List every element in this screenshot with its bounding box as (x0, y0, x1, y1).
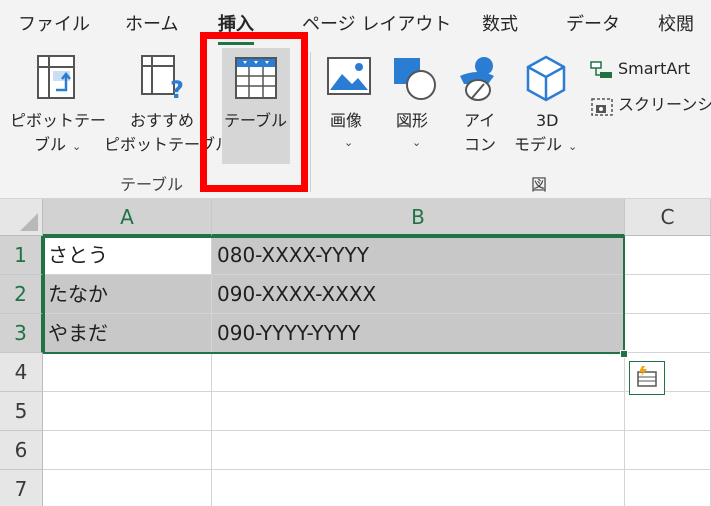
ribbon-tabs: ファイル ホーム 挿入 ページ レイアウト 数式 データ 校閲 (0, 0, 711, 45)
recommended-pivot-button[interactable]: ? おすすめ ピボットテーブル (104, 50, 231, 162)
tab-review[interactable]: 校閲 (658, 10, 694, 36)
tab-insert[interactable]: 挿入 (218, 10, 254, 45)
row-header-2[interactable]: 2 (0, 275, 43, 314)
image-button[interactable]: 画像 ⌄ (322, 50, 378, 162)
screenshot-label: スクリーンショ (618, 95, 711, 114)
screenshot-icon (591, 98, 613, 116)
shapes-label: 図形 (396, 111, 429, 130)
table-button[interactable]: テーブル (222, 48, 290, 164)
shapes-button[interactable]: 図形 ⌄ (386, 50, 446, 162)
cell-c3[interactable] (625, 314, 711, 353)
cell-a3[interactable]: やまだ (43, 314, 212, 353)
icons-button[interactable]: アイ コン (452, 50, 504, 162)
tab-page-layout[interactable]: ページ レイアウト (302, 10, 451, 36)
cell-a6[interactable] (43, 431, 212, 470)
column-header-c[interactable]: C (625, 199, 711, 236)
smartart-icon (590, 61, 612, 78)
cell-a7[interactable] (43, 470, 212, 506)
table-icon (235, 57, 277, 99)
cell-b1[interactable]: 080-XXXX-YYYY (212, 236, 625, 275)
tab-data[interactable]: データ (566, 10, 620, 36)
svg-text:?: ? (170, 76, 184, 102)
cell-c2[interactable] (625, 275, 711, 314)
row-header-4[interactable]: 4 (0, 353, 43, 392)
select-all-button[interactable] (0, 199, 43, 236)
cell-b7[interactable] (212, 470, 625, 506)
cell-b5[interactable] (212, 392, 625, 431)
column-header-b[interactable]: B (212, 199, 625, 236)
quick-analysis-icon (637, 366, 657, 387)
row-header-7[interactable]: 7 (0, 470, 43, 506)
pivot-table-icon (37, 55, 75, 99)
cell-a4[interactable] (43, 353, 212, 392)
group-separator (310, 52, 311, 192)
image-label: 画像 (330, 111, 363, 130)
cell-b6[interactable] (212, 431, 625, 470)
table-label: テーブル (224, 111, 288, 130)
recommended-pivot-label-2: ピボットテーブル (104, 135, 232, 154)
recommended-pivot-icon: ? (141, 55, 184, 102)
image-icon (327, 57, 371, 95)
icons-label-1: アイ (464, 111, 496, 130)
row-header-5[interactable]: 5 (0, 392, 43, 431)
icons-icon (460, 57, 494, 101)
cell-b3[interactable]: 090-YYYY-YYYY (212, 314, 625, 353)
group-label-illustrations: 図 (531, 175, 548, 194)
cell-c7[interactable] (625, 470, 711, 506)
row-header-6[interactable]: 6 (0, 431, 43, 470)
fill-handle[interactable] (620, 350, 628, 358)
row-header-1[interactable]: 1 (0, 236, 43, 275)
3d-models-label-1: 3D (536, 111, 559, 130)
cell-a1[interactable]: さとう (43, 236, 212, 275)
smartart-button[interactable]: SmartArt (588, 56, 711, 84)
recommended-pivot-label-1: おすすめ (130, 111, 195, 130)
pivot-table-label-2: ブル (34, 135, 67, 154)
row-header-3[interactable]: 3 (0, 314, 43, 353)
tab-formulas[interactable]: 数式 (482, 10, 518, 36)
cell-c6[interactable] (625, 431, 711, 470)
chevron-down-icon: ⌄ (344, 136, 354, 149)
cell-c5[interactable] (625, 392, 711, 431)
group-label-tables: テーブル (120, 175, 184, 194)
screenshot-button[interactable]: スクリーンショ (588, 92, 711, 120)
chevron-down-icon: ⌄ (568, 140, 578, 153)
cell-c1[interactable] (625, 236, 711, 275)
3d-models-label-2: モデル (514, 135, 563, 154)
pivot-table-label-1: ピボットテー (10, 111, 107, 130)
tab-home[interactable]: ホーム (125, 10, 178, 36)
smartart-label: SmartArt (618, 59, 691, 78)
spreadsheet-grid: A B C 1 2 3 4 5 6 7 さとう 080-XXXX-YYYY たな… (0, 199, 711, 506)
cell-b2[interactable]: 090-XXXX-XXXX (212, 275, 625, 314)
icons-label-2: コン (464, 135, 497, 154)
shapes-icon (394, 58, 436, 100)
quick-analysis-button[interactable] (629, 361, 665, 395)
3d-models-button[interactable]: 3D モデル ⌄ (510, 50, 582, 162)
pivot-table-button[interactable]: ピボットテー ブル ⌄ (6, 50, 106, 162)
cell-b4[interactable] (212, 353, 625, 392)
ribbon: ファイル ホーム 挿入 ページ レイアウト 数式 データ 校閲 ピボットテー ブ… (0, 0, 711, 199)
cell-a5[interactable] (43, 392, 212, 431)
tab-file[interactable]: ファイル (18, 10, 90, 36)
chevron-down-icon: ⌄ (412, 136, 422, 149)
cube-icon (526, 55, 566, 102)
cell-a2[interactable]: たなか (43, 275, 212, 314)
column-header-a[interactable]: A (43, 199, 212, 236)
chevron-down-icon: ⌄ (72, 140, 82, 153)
